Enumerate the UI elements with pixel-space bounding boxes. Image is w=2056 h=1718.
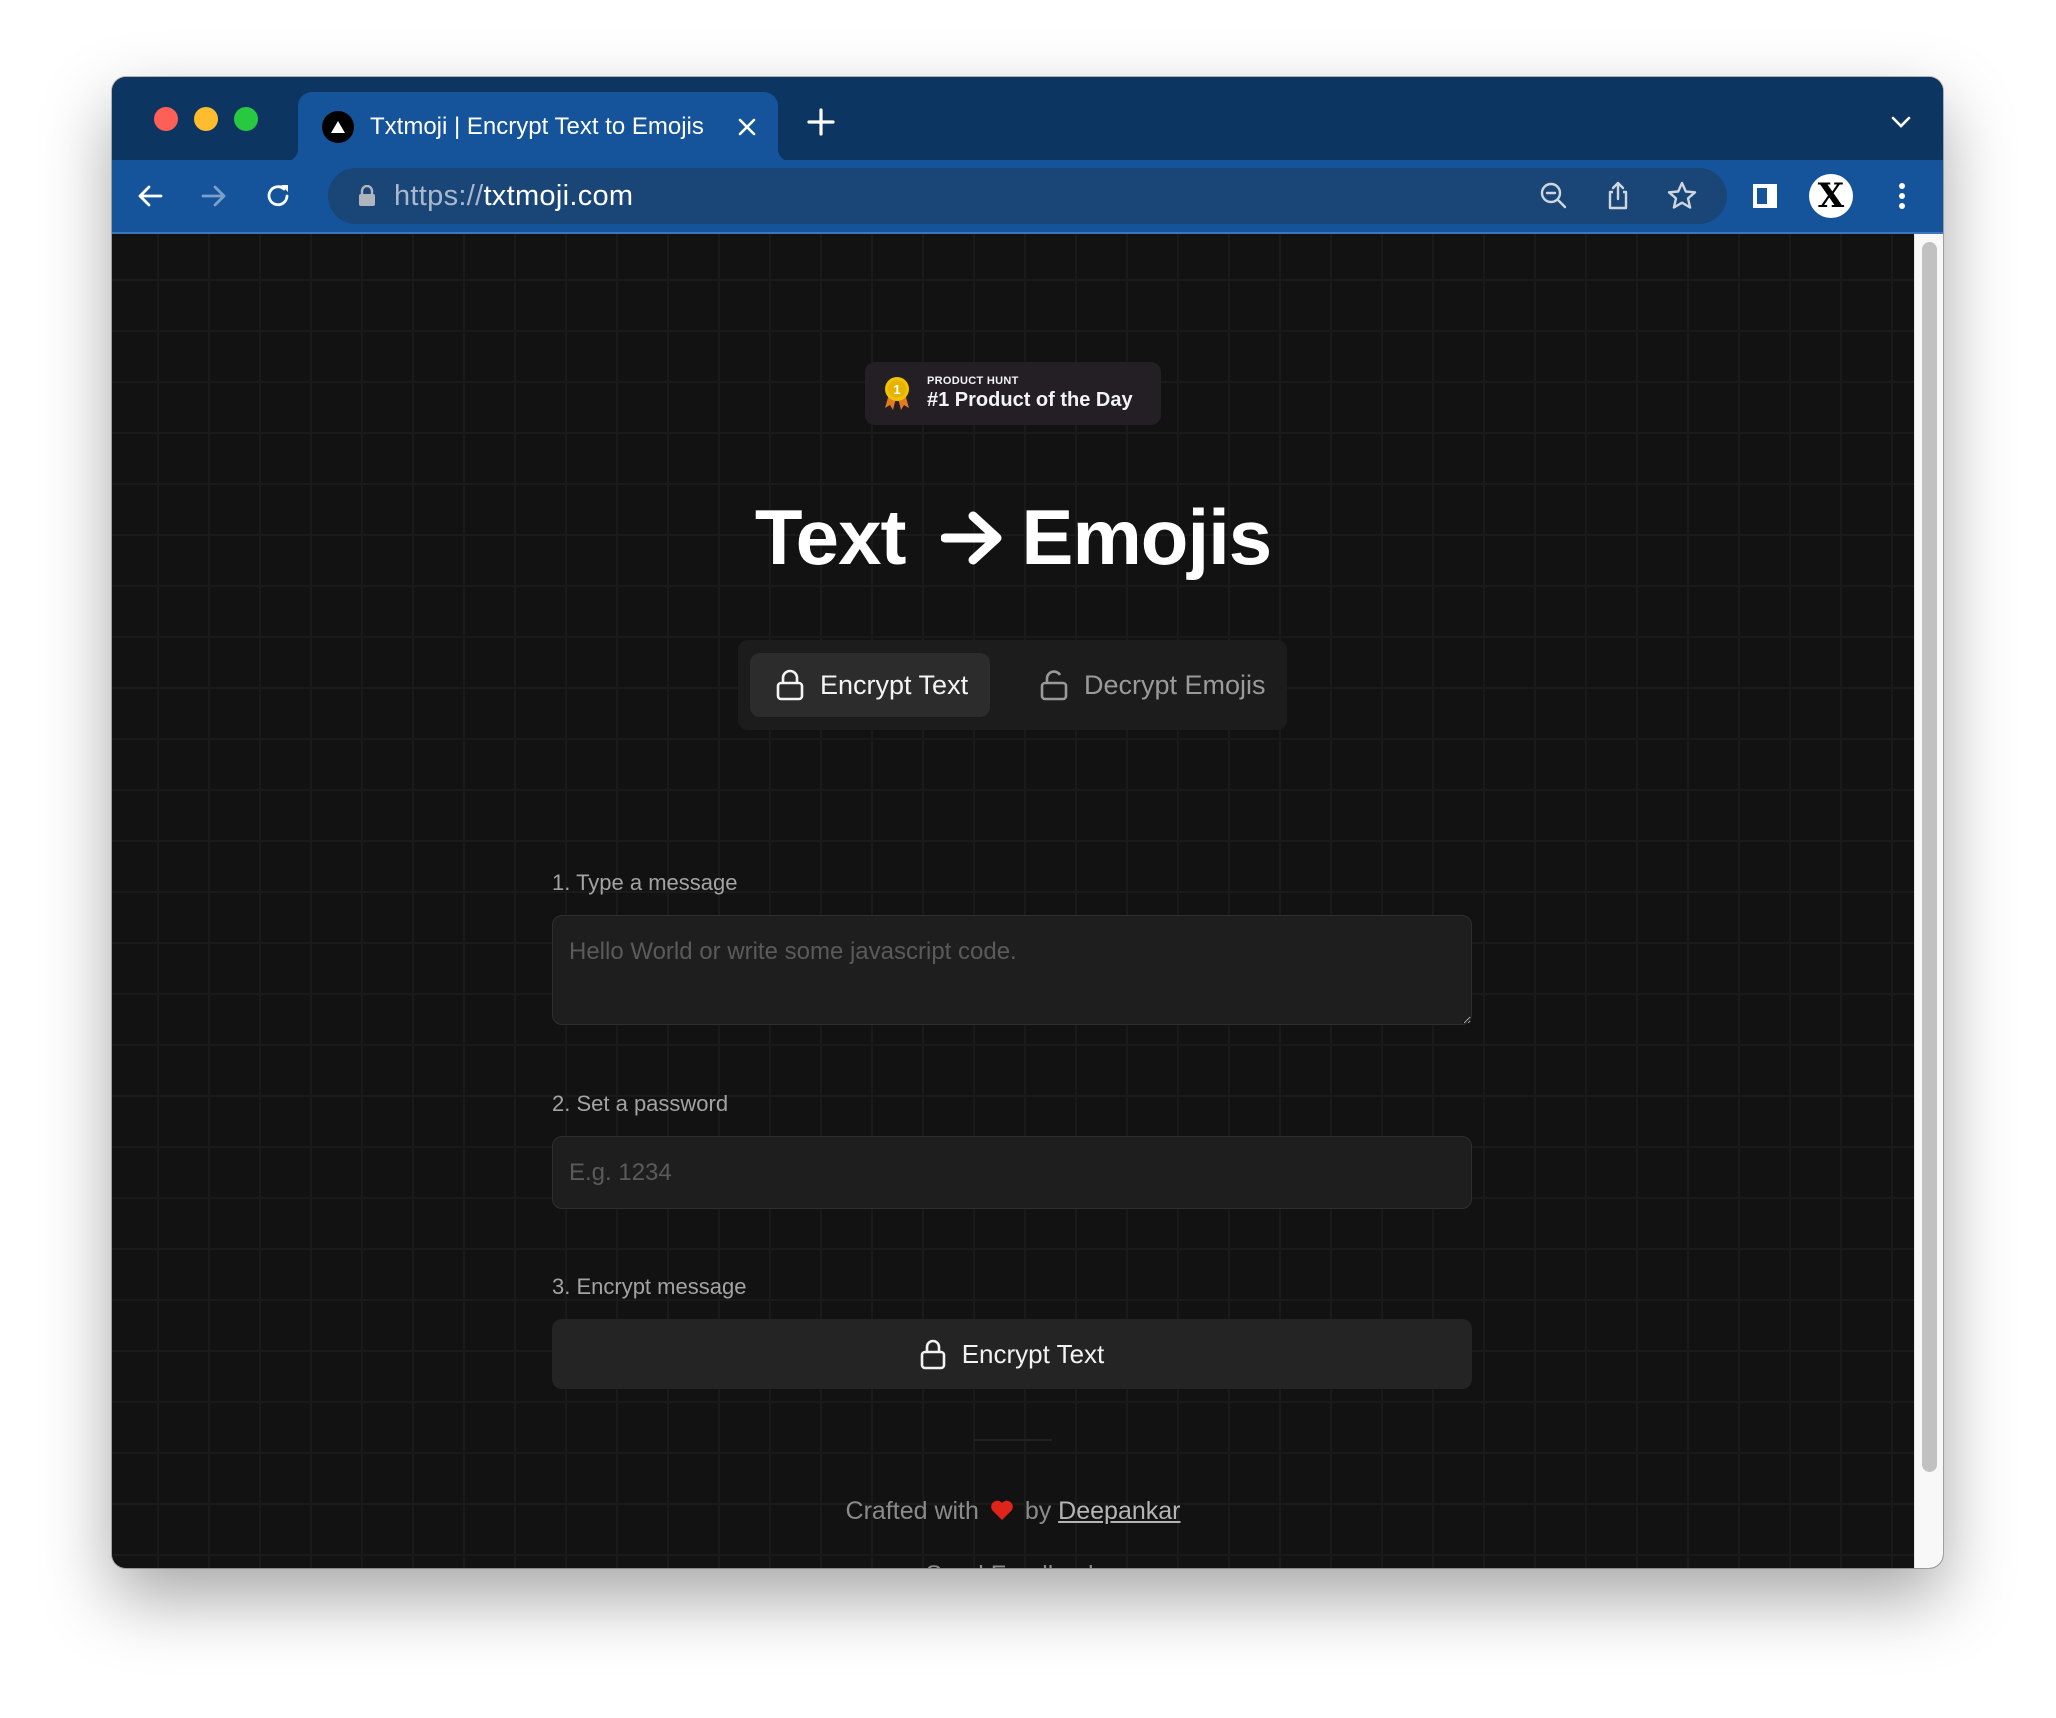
crafted-prefix: Crafted with (845, 1497, 979, 1525)
back-icon[interactable] (134, 180, 166, 212)
password-input[interactable] (552, 1136, 1472, 1209)
password-label: 2. Set a password (552, 1091, 729, 1116)
zoom-out-icon[interactable] (1538, 180, 1570, 212)
author-link[interactable]: Deepankar (1058, 1497, 1180, 1525)
lock-icon (776, 669, 804, 701)
maximize-window-button[interactable] (234, 107, 258, 131)
title-text: Text (754, 493, 907, 581)
title-bar: Txtmoji | Encrypt Text to Emojis (112, 77, 1943, 162)
footer-credit: Crafted with by Deepankar (112, 1497, 1914, 1526)
browser-tab[interactable]: Txtmoji | Encrypt Text to Emojis (284, 92, 792, 162)
medal-icon: 1 (885, 376, 909, 410)
chevron-down-icon[interactable] (1889, 112, 1913, 132)
lock-icon (920, 1339, 946, 1370)
page-content: 1 PRODUCT HUNT #1 Product of the Day Tex… (112, 234, 1914, 1568)
lock-icon[interactable] (358, 185, 376, 207)
unlock-icon (1040, 670, 1068, 701)
encrypt-label: 3. Encrypt message (552, 1274, 747, 1299)
browser-window: Txtmoji | Encrypt Text to Emojis https:/… (112, 77, 1943, 1568)
new-tab-icon[interactable] (806, 107, 836, 137)
minimize-window-button[interactable] (194, 107, 218, 131)
product-hunt-badge[interactable]: 1 PRODUCT HUNT #1 Product of the Day (865, 362, 1161, 425)
heart-emoji (991, 1500, 1013, 1520)
footer-divider (974, 1439, 1052, 1441)
browser-toolbar: https://txtmoji.com X (112, 160, 1943, 234)
star-icon[interactable] (1666, 180, 1698, 212)
send-feedback-link[interactable]: Send Feedback (112, 1561, 1914, 1568)
triangle-logo-icon (322, 111, 354, 143)
close-tab-icon[interactable] (736, 116, 758, 138)
title-emojis: Emojis (1021, 493, 1272, 581)
vertical-scrollbar[interactable] (1914, 234, 1943, 1568)
tab-title: Txtmoji | Encrypt Text to Emojis (370, 113, 704, 140)
mode-tabs: Encrypt Text Decrypt Emojis (738, 640, 1287, 730)
encrypt-text-button[interactable]: Encrypt Text (552, 1319, 1472, 1389)
more-vert-icon[interactable] (1886, 180, 1918, 212)
badge-title: #1 Product of the Day (927, 389, 1133, 411)
tab-decrypt-emojis[interactable]: Decrypt Emojis (1014, 653, 1276, 717)
url-text[interactable]: https://txtmoji.com (394, 180, 633, 213)
reload-icon[interactable] (262, 180, 294, 212)
page-title: Text Emojis (112, 492, 1914, 583)
tab-decrypt-label: Decrypt Emojis (1084, 669, 1266, 700)
tab-encrypt-text[interactable]: Encrypt Text (750, 653, 990, 717)
forward-icon[interactable] (198, 180, 230, 212)
badge-kicker: PRODUCT HUNT (927, 375, 1019, 387)
address-bar[interactable]: https://txtmoji.com (328, 168, 1727, 224)
scrollbar-thumb[interactable] (1922, 242, 1937, 1472)
arrow-right-icon (941, 511, 1002, 564)
encrypt-button-label: Encrypt Text (961, 1338, 1105, 1369)
message-input[interactable] (552, 915, 1472, 1025)
share-icon[interactable] (1602, 180, 1634, 212)
crafted-by: by (1024, 1497, 1052, 1525)
tab-encrypt-label: Encrypt Text (820, 669, 969, 700)
profile-avatar[interactable]: X (1809, 174, 1853, 218)
message-label: 1. Type a message (552, 870, 738, 895)
close-window-button[interactable] (154, 107, 178, 131)
svg-text:1: 1 (893, 382, 900, 397)
sidebar-icon[interactable] (1749, 180, 1781, 212)
